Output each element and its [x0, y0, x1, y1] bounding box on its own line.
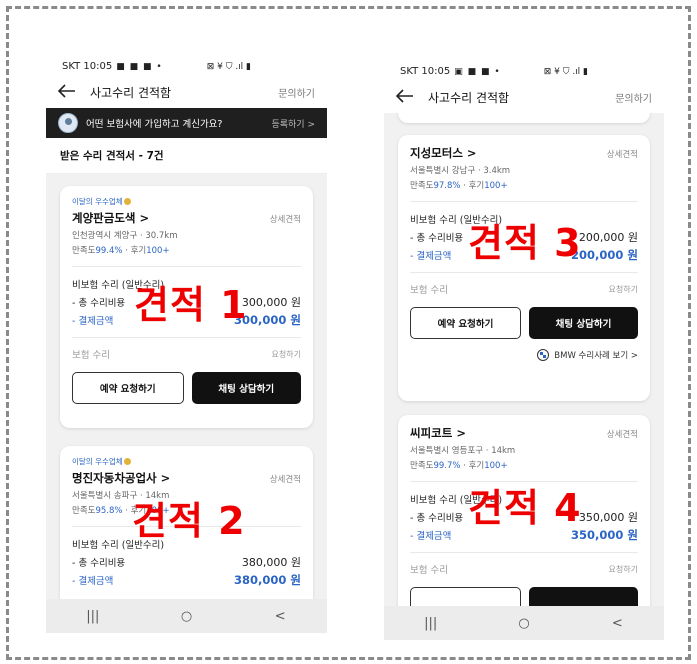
insurance-repair-row: 보험 수리 요청하기	[410, 564, 638, 577]
bmw-case-link[interactable]: BMW 수리사례 보기 >	[410, 349, 638, 361]
shop-name-link[interactable]: 명진자동차공업사 >	[72, 470, 170, 486]
payment-row: - 결제금액 200,000 원	[410, 248, 638, 262]
reserve-request-button[interactable]: 예약 요청하기	[72, 372, 184, 404]
shop-location: 서울특별시 영등포구 · 14km	[410, 446, 516, 456]
non-insurance-title: 비보험 수리 (일반수리)	[410, 495, 503, 506]
status-time: SKT 10:05	[62, 61, 113, 72]
insurance-banner[interactable]: 어떤 보험사에 가입하고 계신가요? 등록하기 >	[46, 108, 327, 138]
total-cost-row: - 총 수리비용 380,000 원	[72, 556, 301, 569]
page-title: 사고수리 견적함	[428, 90, 510, 105]
non-insurance-title: 비보험 수리 (일반수리)	[410, 215, 503, 226]
shop-name-link[interactable]: 계양판금도색 >	[72, 210, 149, 226]
insurance-request-link[interactable]: 요청하기	[609, 564, 638, 575]
insurance-request-link[interactable]: 요청하기	[272, 349, 301, 360]
estimate-card: 이달의 우수업체 계양판금도색 > 상세견적 인천광역시 계양구 · 30.7k…	[60, 186, 313, 428]
insurance-repair-row: 보험 수리 요청하기	[72, 349, 301, 362]
detail-estimate-link[interactable]: 상세견적	[270, 473, 301, 485]
non-insurance-title: 비보험 수리 (일반수리)	[72, 540, 165, 551]
divider	[410, 552, 638, 553]
system-icons: ⊠ ¥ ⛉ .ıl ▮	[206, 62, 251, 72]
status-bar: SKT 10:05 ■ ■ ■ • ⊠ ¥ ⛉ .ıl ▮	[46, 40, 327, 76]
shop-name-link[interactable]: 지성모터스 >	[410, 145, 477, 161]
notification-icons: ▣ ■ ■ •	[454, 67, 501, 77]
top-shop-badge: 이달의 우수업체	[72, 196, 301, 207]
register-link[interactable]: 등록하기 >	[271, 117, 315, 130]
recent-apps-button[interactable]: |||	[411, 616, 451, 631]
back-button[interactable]: <	[597, 616, 637, 631]
banner-text: 어떤 보험사에 가입하고 계신가요?	[86, 119, 223, 130]
home-button[interactable]: ○	[504, 616, 544, 631]
divider	[72, 526, 301, 527]
dashed-border-right	[688, 6, 691, 660]
shop-rating: 만족도99.7% · 후기100+	[410, 461, 508, 471]
detail-estimate-link[interactable]: 상세견적	[607, 428, 638, 440]
avatar	[58, 113, 78, 133]
android-nav-bar: ||| ○ <	[384, 606, 664, 640]
divider	[410, 201, 638, 202]
shop-rating: 만족도97.8% · 후기100+	[410, 181, 508, 191]
medal-icon	[123, 458, 131, 465]
top-shop-badge: 이달의 우수업체	[72, 456, 301, 467]
payment-row: - 결제금액 380,000 원	[72, 573, 301, 587]
status-time: SKT 10:05	[400, 66, 451, 77]
shop-location: 인천광역시 계양구 · 30.7km	[72, 231, 178, 241]
app-bar: 사고수리 견적함 문의하기	[384, 81, 664, 113]
chat-consult-button[interactable]: 채팅 상담하기	[529, 307, 638, 339]
back-button[interactable]: <	[260, 609, 300, 624]
inquiry-link[interactable]: 문의하기	[615, 90, 652, 105]
total-cost-row: - 총 수리비용 350,000 원	[410, 511, 638, 524]
chat-consult-button[interactable]: 채팅 상담하기	[191, 372, 301, 404]
divider	[72, 266, 301, 267]
shop-location: 서울특별시 강남구 · 3.4km	[410, 166, 511, 176]
reserve-request-button-partial[interactable]	[410, 587, 521, 606]
divider	[410, 272, 638, 273]
payment-row: - 결제금액 350,000 원	[410, 528, 638, 542]
total-cost-row: - 총 수리비용 200,000 원	[410, 231, 638, 244]
estimate-list[interactable]: 이달의 우수업체 계양판금도색 > 상세견적 인천광역시 계양구 · 30.7k…	[46, 174, 327, 599]
chat-consult-button-partial[interactable]	[529, 587, 638, 606]
divider	[72, 337, 301, 338]
total-cost-row: - 총 수리비용 300,000 원	[72, 296, 301, 309]
dashed-border-top	[6, 6, 691, 9]
system-icons: ⊠ ¥ ⛉ .ıl ▮	[543, 67, 588, 77]
estimate-list[interactable]: 지성모터스 > 상세견적 서울특별시 강남구 · 3.4km 만족도97.8% …	[384, 113, 664, 606]
dashed-border-left	[6, 6, 9, 660]
back-arrow-icon[interactable]	[396, 89, 418, 105]
estimates-count-title: 받은 수리 견적서 - 7건	[46, 138, 327, 174]
insurance-request-link[interactable]: 요청하기	[609, 284, 638, 295]
reserve-request-button[interactable]: 예약 요청하기	[410, 307, 521, 339]
shop-rating: 만족도95.8% · 후기100+	[72, 506, 170, 516]
shop-name-link[interactable]: 씨피코트 >	[410, 425, 466, 441]
estimate-card: 지성모터스 > 상세견적 서울특별시 강남구 · 3.4km 만족도97.8% …	[398, 135, 650, 401]
shop-location: 서울특별시 송파구 · 14km	[72, 491, 170, 501]
bmw-logo-icon	[537, 349, 550, 361]
estimate-card-partial	[398, 113, 650, 123]
recent-apps-button[interactable]: |||	[73, 609, 113, 624]
app-bar: 사고수리 견적함 문의하기	[46, 76, 327, 108]
notification-icons: ■ ■ ■ •	[116, 62, 163, 72]
detail-estimate-link[interactable]: 상세견적	[607, 148, 638, 160]
inquiry-link[interactable]: 문의하기	[278, 85, 315, 100]
detail-estimate-link[interactable]: 상세견적	[270, 213, 301, 225]
status-bar: SKT 10:05 ▣ ■ ■ • ⊠ ¥ ⛉ .ıl ▮	[384, 45, 664, 81]
dashed-border-bottom	[6, 657, 691, 660]
non-insurance-title: 비보험 수리 (일반수리)	[72, 280, 165, 291]
phone-screen-right: SKT 10:05 ▣ ■ ■ • ⊠ ¥ ⛉ .ıl ▮ 사고수리 견적함 문…	[384, 45, 664, 640]
home-button[interactable]: ○	[166, 609, 206, 624]
phone-screen-left: SKT 10:05 ■ ■ ■ • ⊠ ¥ ⛉ .ıl ▮ 사고수리 견적함 문…	[46, 40, 327, 633]
medal-icon	[123, 198, 131, 205]
insurance-repair-row: 보험 수리 요청하기	[410, 284, 638, 297]
shop-rating: 만족도99.4% · 후기100+	[72, 246, 170, 256]
divider	[410, 481, 638, 482]
estimate-card: 이달의 우수업체 명진자동차공업사 > 상세견적 서울특별시 송파구 · 14k…	[60, 446, 313, 599]
page-title: 사고수리 견적함	[90, 85, 172, 100]
estimate-card: 씨피코트 > 상세견적 서울특별시 영등포구 · 14km 만족도99.7% ·…	[398, 415, 650, 606]
android-nav-bar: ||| ○ <	[46, 599, 327, 633]
payment-row: - 결제금액 300,000 원	[72, 313, 301, 327]
back-arrow-icon[interactable]	[58, 84, 80, 100]
